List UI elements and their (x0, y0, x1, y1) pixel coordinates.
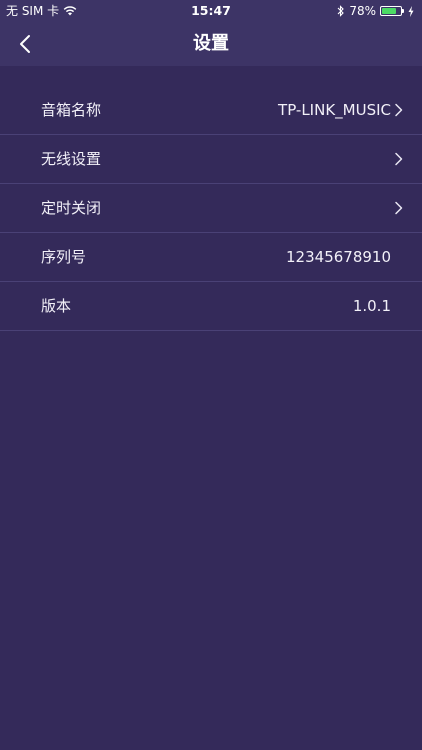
top-bar: 无 SIM 卡 15:47 78% 设置 (0, 0, 422, 66)
settings-row-speaker-name[interactable]: 音箱名称 TP-LINK_MUSIC (0, 86, 422, 135)
battery-percent: 78% (349, 4, 376, 18)
page-title: 设置 (193, 33, 229, 54)
charging-bolt-icon (408, 5, 414, 17)
settings-row-sleep-timer[interactable]: 定时关闭 (0, 184, 422, 233)
row-label: 定时关闭 (41, 199, 102, 217)
row-label: 无线设置 (41, 150, 102, 168)
row-label: 序列号 (41, 248, 87, 266)
status-right: 78% (337, 0, 414, 22)
status-bar: 无 SIM 卡 15:47 78% (0, 0, 422, 22)
settings-row-serial-number: 序列号 12345678910 (0, 233, 422, 282)
row-label: 版本 (41, 297, 72, 315)
chevron-right-icon (395, 103, 403, 117)
settings-row-wireless[interactable]: 无线设置 (0, 135, 422, 184)
battery-level-fill (382, 8, 397, 14)
row-value: 12345678910 (286, 248, 391, 266)
nav-bar: 设置 (0, 22, 422, 66)
row-value: TP-LINK_MUSIC (278, 101, 391, 119)
chevron-right-icon (395, 201, 403, 215)
settings-list: 音箱名称 TP-LINK_MUSIC 无线设置 定时关闭 序列号 1234567… (0, 86, 422, 331)
battery-icon (380, 6, 404, 16)
row-value: 1.0.1 (352, 297, 391, 315)
bluetooth-icon (337, 5, 345, 17)
row-label: 音箱名称 (41, 101, 102, 119)
settings-row-version: 版本 1.0.1 (0, 282, 422, 331)
chevron-right-icon (395, 152, 403, 166)
